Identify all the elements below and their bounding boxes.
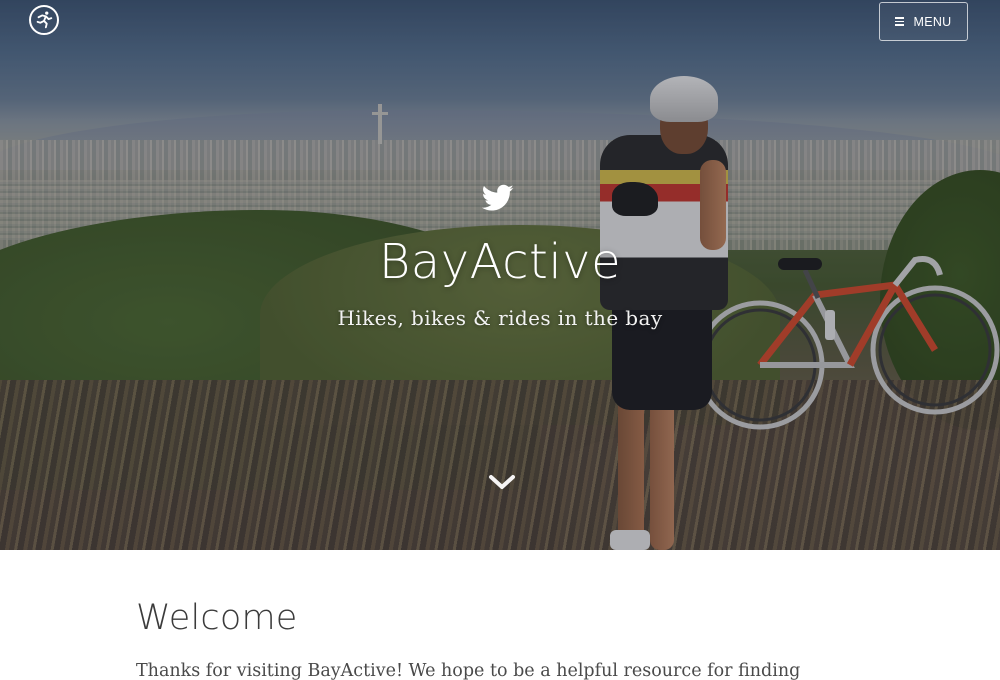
welcome-heading: Welcome: [136, 598, 298, 638]
hero-subtitle: Hikes, bikes & rides in the bay: [337, 306, 663, 330]
menu-button-label: MENU: [913, 14, 952, 29]
site-logo-link[interactable]: [29, 5, 59, 35]
chevron-down-icon: [489, 475, 515, 489]
welcome-paragraph: Thanks for visiting BayActive! We hope t…: [136, 661, 801, 680]
hero-title: BayActive: [378, 234, 622, 290]
scroll-down-button[interactable]: [488, 472, 516, 492]
menu-button[interactable]: MENU: [879, 2, 968, 41]
running-person-icon: [36, 11, 53, 29]
hero-section: MENU BayActive Hikes, bikes & rides in t…: [0, 0, 1000, 550]
twitter-bird-icon: [481, 184, 514, 211]
twitter-link[interactable]: [481, 184, 514, 212]
hamburger-icon: [895, 15, 905, 28]
